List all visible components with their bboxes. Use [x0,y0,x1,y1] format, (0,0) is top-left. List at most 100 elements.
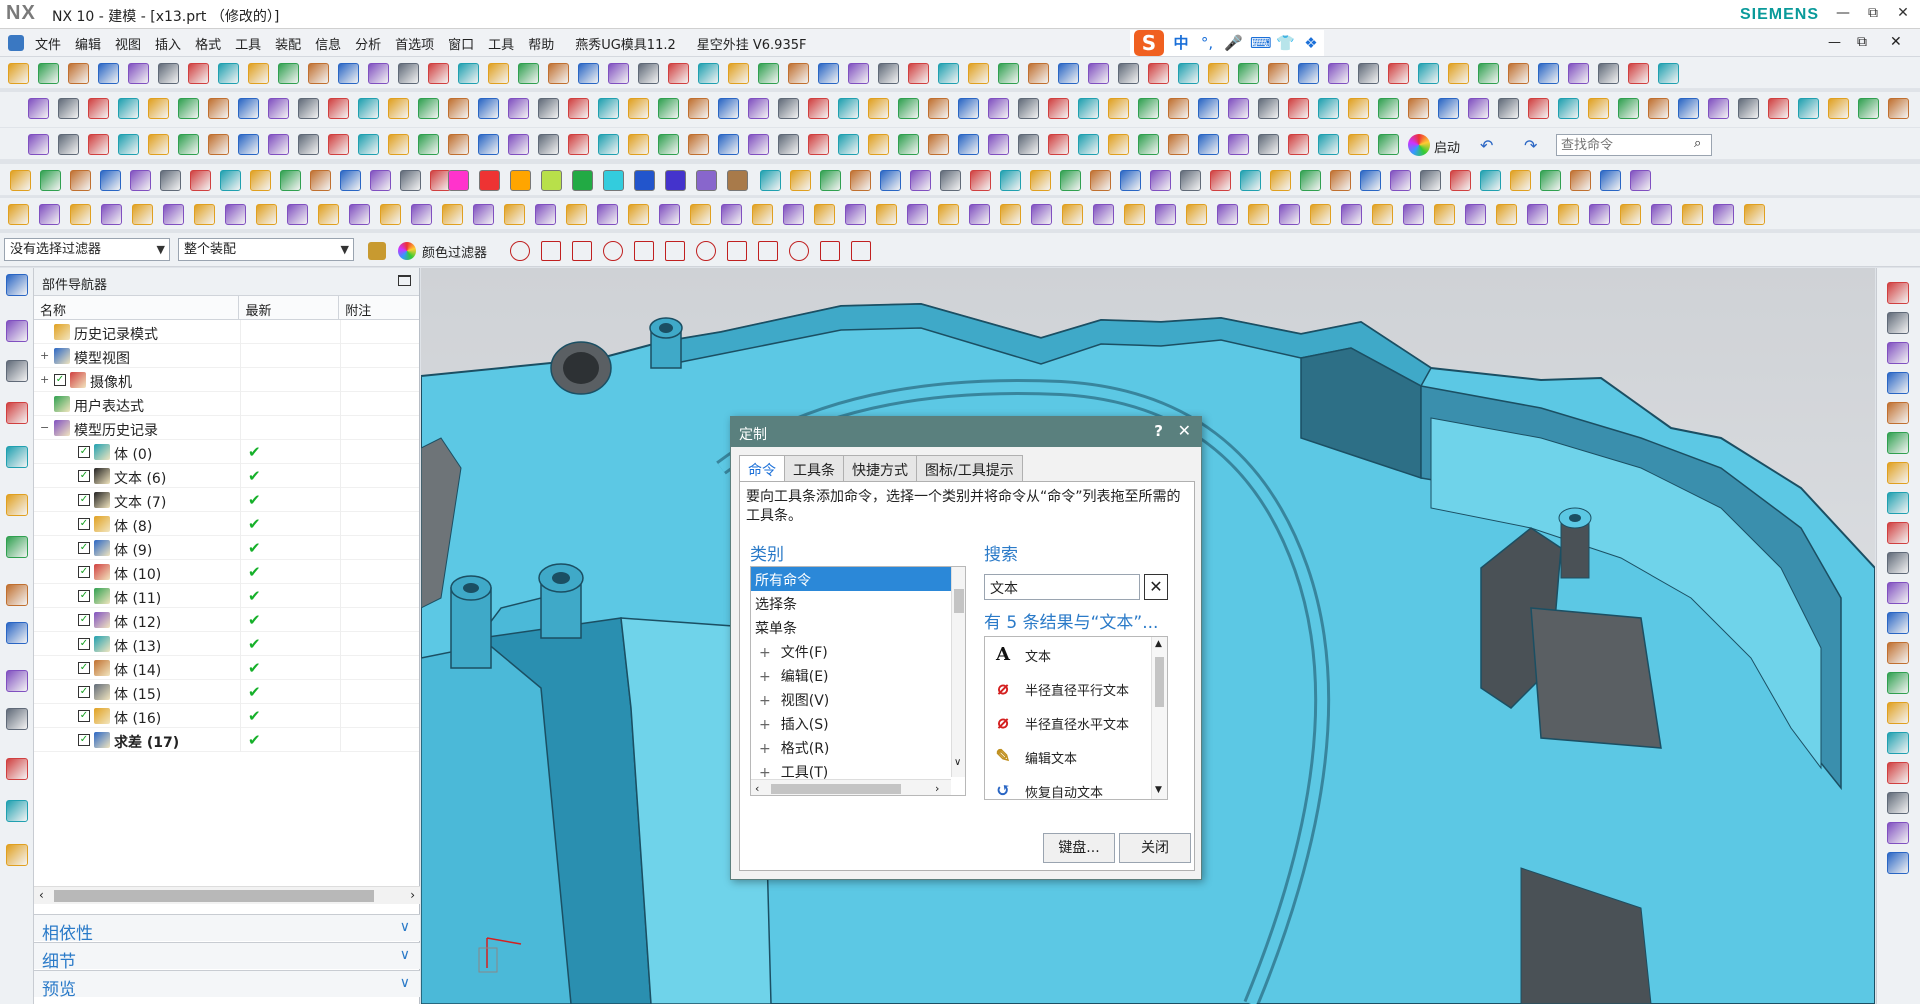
tool-icon[interactable] [178,134,199,155]
tool-icon[interactable] [448,134,469,155]
tool-icon[interactable] [478,134,499,155]
restore-button[interactable]: ⧉ [1860,3,1886,23]
tool-icon[interactable] [1108,134,1129,155]
scrollbar-thumb[interactable] [771,784,901,794]
doc-close-button[interactable]: ✕ [1890,34,1902,50]
resource-tab-icon[interactable] [6,800,28,822]
menu-item[interactable]: 视图 [108,34,148,53]
tool-icon[interactable] [1000,204,1021,225]
visibility-checkbox[interactable]: ✓ [78,470,90,482]
tool-icon[interactable] [838,98,859,119]
tool-icon[interactable] [597,204,618,225]
menu-item[interactable]: 分析 [348,34,388,53]
result-item[interactable]: ↺ 恢复自动文本 [985,773,1151,799]
view-tool-icon[interactable] [1887,642,1909,664]
tool-icon[interactable] [1208,63,1229,84]
tool-icon[interactable] [308,63,329,84]
tree-node[interactable]: ✓ 体 (9) ✔ [34,536,419,560]
tool-icon[interactable] [411,204,432,225]
tool-icon[interactable] [1678,98,1699,119]
category-item[interactable]: 选择条 [751,591,951,615]
result-item[interactable]: ⌀ 半径直径平行文本 [985,671,1151,705]
tool-icon[interactable] [568,134,589,155]
tool-icon[interactable] [8,63,29,84]
resource-tab-icon[interactable] [6,274,28,296]
view-tool-icon[interactable] [1887,462,1909,484]
tool-icon[interactable] [1210,170,1231,191]
tool-icon[interactable] [349,204,370,225]
tool-icon[interactable] [1403,204,1424,225]
tool-icon[interactable] [1589,204,1610,225]
column-name[interactable]: 名称 [34,296,240,319]
ime-skin-icon[interactable]: 👕 [1276,34,1295,52]
view-tool-icon[interactable] [1887,672,1909,694]
visibility-checkbox[interactable]: ✓ [78,518,90,530]
tool-icon[interactable] [1000,170,1021,191]
tool-icon[interactable] [728,63,749,84]
tool-icon[interactable] [1168,98,1189,119]
tree-node[interactable]: ✓ 文本 (6) ✔ [34,464,419,488]
tool-icon[interactable] [718,98,739,119]
tool-icon[interactable] [1186,204,1207,225]
tool-icon[interactable] [845,204,866,225]
column-notes[interactable]: 附注 [339,296,419,319]
tool-icon[interactable] [1465,204,1486,225]
tool-icon[interactable] [850,170,871,191]
tool-icon[interactable] [1598,63,1619,84]
tool-icon[interactable] [748,98,769,119]
tool-icon[interactable] [578,63,599,84]
tool-icon[interactable] [518,63,539,84]
tool-icon[interactable] [818,63,839,84]
expand-icon[interactable]: + [759,645,771,661]
tool-icon[interactable] [1018,98,1039,119]
tool-icon[interactable] [721,204,742,225]
tool-icon[interactable] [400,170,421,191]
tool-icon[interactable] [1060,170,1081,191]
tool-icon[interactable] [1028,63,1049,84]
tool-icon[interactable] [188,63,209,84]
tool-icon[interactable] [1360,170,1381,191]
tool-icon[interactable] [752,204,773,225]
tool-icon[interactable] [876,204,897,225]
tool-icon[interactable] [1651,204,1672,225]
tool-icon[interactable] [130,170,151,191]
tool-icon[interactable] [256,204,277,225]
tool-icon[interactable] [1031,204,1052,225]
color-swatch[interactable] [541,170,562,191]
tool-icon[interactable] [1310,204,1331,225]
tool-icon[interactable] [268,134,289,155]
tool-icon[interactable] [1150,170,1171,191]
menu-item[interactable]: 窗口 [441,34,481,53]
tool-icon[interactable] [688,134,709,155]
tool-icon[interactable] [783,204,804,225]
category-vertical-scrollbar[interactable]: ∨ [951,567,965,777]
tool-icon[interactable] [698,63,719,84]
tool-icon[interactable] [598,134,619,155]
visibility-checkbox[interactable]: ✓ [78,590,90,602]
view-tool-icon[interactable] [1887,822,1909,844]
tool-icon[interactable] [1538,63,1559,84]
tool-icon[interactable] [1434,204,1455,225]
doc-minimize-button[interactable]: — [1828,35,1841,50]
tool-icon[interactable] [225,204,246,225]
tab-toolbars[interactable]: 工具条 [784,455,844,481]
tool-icon[interactable] [118,98,139,119]
tool-icon[interactable] [1318,98,1339,119]
color-swatch[interactable] [727,170,748,191]
color-swatch[interactable] [510,170,531,191]
tool-icon[interactable] [328,98,349,119]
visibility-checkbox[interactable]: ✓ [78,494,90,506]
tool-icon[interactable] [1682,204,1703,225]
tool-icon[interactable] [328,134,349,155]
tool-icon[interactable] [1062,204,1083,225]
visibility-checkbox[interactable]: ✓ [78,734,90,746]
tool-icon[interactable] [820,170,841,191]
tool-icon[interactable] [658,98,679,119]
tool-icon[interactable] [70,170,91,191]
tool-icon[interactable] [1558,204,1579,225]
minimize-button[interactable]: — [1830,3,1856,23]
view-tool-icon[interactable] [1887,702,1909,724]
tree-node[interactable]: ✓ 求差 (17) ✔ [34,728,419,752]
snap-point-icon[interactable] [820,241,840,261]
tool-icon[interactable] [278,63,299,84]
